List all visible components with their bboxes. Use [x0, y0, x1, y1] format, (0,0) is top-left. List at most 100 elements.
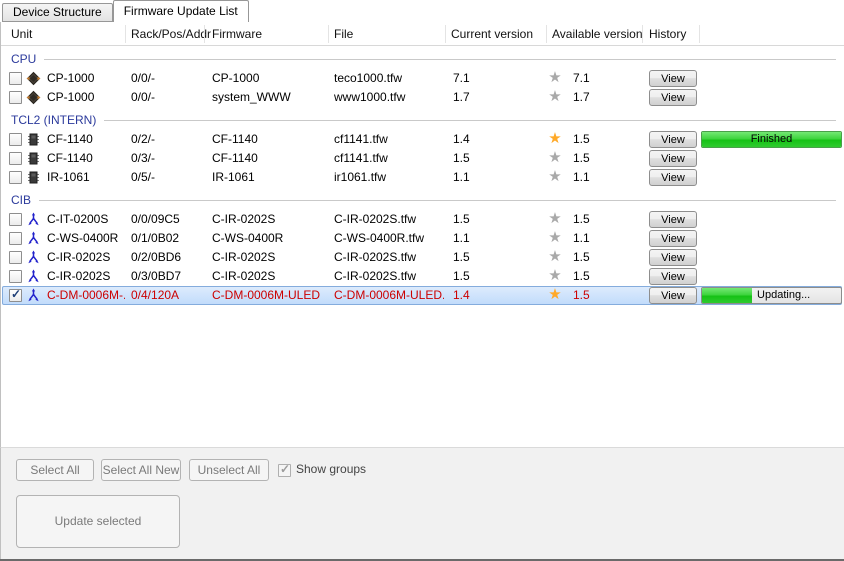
row-checkbox[interactable] [9, 171, 22, 184]
column-header-history[interactable]: History [649, 22, 686, 46]
table-row[interactable]: CF-1140 0/3/- CF-1140 cf1141.tfw 1.5 ★ 1… [1, 149, 844, 168]
branch-icon [26, 212, 41, 227]
star-icon: ★ [546, 229, 564, 247]
table-header: Unit Rack/Pos/Addr Firmware File Current… [1, 22, 844, 46]
available-version-cell: 7.1 [573, 69, 628, 88]
available-version-cell: 1.5 [573, 149, 628, 168]
firmware-cell: C-IR-0202S [212, 267, 325, 286]
table-row[interactable]: CP-1000 0/0/- system_WWW www1000.tfw 1.7… [1, 88, 844, 107]
view-button[interactable]: View [649, 70, 697, 87]
row-checkbox[interactable] [9, 270, 22, 283]
row-checkbox[interactable] [9, 213, 22, 226]
file-cell: C-DM-0006M-ULED... [334, 286, 444, 305]
view-button[interactable]: View [649, 150, 697, 167]
row-checkbox[interactable] [9, 289, 22, 302]
view-button[interactable]: View [649, 287, 697, 304]
column-header-rack-pos-addr[interactable]: Rack/Pos/Addr [131, 22, 211, 46]
file-cell: C-WS-0400R.tfw [334, 229, 444, 248]
firmware-cell: C-IR-0202S [212, 248, 325, 267]
star-icon: ★ [546, 69, 564, 87]
ic-chip-icon [26, 132, 41, 147]
available-version-cell: 1.5 [573, 267, 628, 286]
table-row[interactable]: C-IR-0202S 0/3/0BD7 C-IR-0202S C-IR-0202… [1, 267, 844, 286]
current-version-cell: 1.1 [453, 168, 513, 187]
rack-pos-addr-cell: 0/1/0B02 [131, 229, 203, 248]
available-version-cell: 1.1 [573, 168, 628, 187]
unit-cell: C-DM-0006M-... [47, 286, 125, 305]
row-checkbox[interactable] [9, 133, 22, 146]
unit-cell: CF-1140 [47, 130, 125, 149]
table-row[interactable]: C-IR-0202S 0/2/0BD6 C-IR-0202S C-IR-0202… [1, 248, 844, 267]
star-icon: ★ [546, 286, 564, 304]
rack-pos-addr-cell: 0/2/- [131, 130, 203, 149]
column-header-firmware[interactable]: Firmware [212, 22, 262, 46]
row-checkbox[interactable] [9, 232, 22, 245]
footer-panel: Select All Select All New Unselect All S… [0, 447, 844, 559]
table-row[interactable]: C-DM-0006M-... 0/4/120A C-DM-0006M-ULED … [1, 286, 844, 305]
table-row[interactable]: CP-1000 0/0/- CP-1000 teco1000.tfw 7.1 ★… [1, 69, 844, 88]
view-button[interactable]: View [649, 268, 697, 285]
available-version-cell: 1.7 [573, 88, 628, 107]
view-button[interactable]: View [649, 169, 697, 186]
rack-pos-addr-cell: 0/2/0BD6 [131, 248, 203, 267]
column-header-current-version[interactable]: Current version [451, 22, 533, 46]
select-all-button[interactable]: Select All [16, 459, 94, 481]
unselect-all-button[interactable]: Unselect All [189, 459, 269, 481]
rack-pos-addr-cell: 0/0/- [131, 69, 203, 88]
unit-cell: C-IR-0202S [47, 248, 125, 267]
view-button[interactable]: View [649, 89, 697, 106]
current-version-cell: 1.4 [453, 130, 513, 149]
group-divider [104, 120, 836, 121]
current-version-cell: 1.5 [453, 267, 513, 286]
tab-firmware-update-list[interactable]: Firmware Update List [113, 0, 249, 22]
progress-bar: Updating... [701, 287, 842, 304]
file-cell: cf1141.tfw [334, 149, 444, 168]
tab-device-structure[interactable]: Device Structure [2, 3, 113, 22]
column-header-available-version[interactable]: Available version [552, 22, 643, 46]
table-row[interactable]: CF-1140 0/2/- CF-1140 cf1141.tfw 1.4 ★ 1… [1, 130, 844, 149]
table-row[interactable]: IR-1061 0/5/- IR-1061 ir1061.tfw 1.1 ★ 1… [1, 168, 844, 187]
current-version-cell: 1.5 [453, 210, 513, 229]
group-divider [44, 59, 836, 60]
unit-cell: C-WS-0400R [47, 229, 125, 248]
view-button[interactable]: View [649, 249, 697, 266]
current-version-cell: 7.1 [453, 69, 513, 88]
row-checkbox[interactable] [9, 251, 22, 264]
unit-cell: C-IR-0202S [47, 267, 125, 286]
available-version-cell: 1.5 [573, 286, 628, 305]
progress-fill [702, 288, 752, 303]
row-checkbox[interactable] [9, 72, 22, 85]
current-version-cell: 1.7 [453, 88, 513, 107]
file-cell: C-IR-0202S.tfw [334, 248, 444, 267]
group-header: CIB [1, 187, 844, 210]
star-icon: ★ [546, 149, 564, 167]
tab-bar: Device Structure Firmware Update List [0, 0, 844, 22]
firmware-cell: CF-1140 [212, 130, 325, 149]
column-header-unit[interactable]: Unit [11, 22, 32, 46]
ic-chip-icon [26, 151, 41, 166]
column-separator [125, 25, 126, 43]
current-version-cell: 1.4 [453, 286, 513, 305]
row-checkbox[interactable] [9, 91, 22, 104]
unit-cell: IR-1061 [47, 168, 125, 187]
view-button[interactable]: View [649, 211, 697, 228]
rack-pos-addr-cell: 0/3/- [131, 149, 203, 168]
table-row[interactable]: C-WS-0400R 0/1/0B02 C-WS-0400R C-WS-0400… [1, 229, 844, 248]
view-button[interactable]: View [649, 131, 697, 148]
progress-bar: Finished [701, 131, 842, 148]
select-all-new-button[interactable]: Select All New [101, 459, 181, 481]
unit-cell: CF-1140 [47, 149, 125, 168]
star-icon: ★ [546, 210, 564, 228]
show-groups-checkbox[interactable] [278, 464, 291, 477]
view-button[interactable]: View [649, 230, 697, 247]
update-selected-button[interactable]: Update selected [16, 495, 180, 548]
column-header-file[interactable]: File [334, 22, 353, 46]
table-row[interactable]: C-IT-0200S 0/0/09C5 C-IR-0202S C-IR-0202… [1, 210, 844, 229]
column-separator [642, 25, 643, 43]
available-version-cell: 1.5 [573, 248, 628, 267]
row-checkbox[interactable] [9, 152, 22, 165]
firmware-cell: IR-1061 [212, 168, 325, 187]
group-header: TCL2 (INTERN) [1, 107, 844, 130]
rack-pos-addr-cell: 0/4/120A [131, 286, 203, 305]
unit-cell: CP-1000 [47, 69, 125, 88]
